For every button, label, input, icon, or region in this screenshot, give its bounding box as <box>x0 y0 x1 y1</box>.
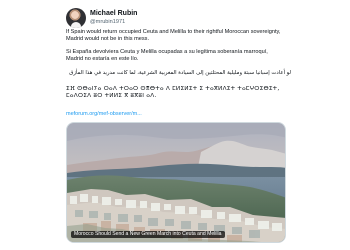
tweet-text-arabic: لو أعادت إسبانيا سبتة ومليلية المحتلتين … <box>69 70 291 76</box>
card-image <box>67 123 285 242</box>
tweet-header: Michael Rubin @mrubin1971 <box>66 8 296 28</box>
card-caption: Morocco Should Send a New Green March in… <box>71 231 225 238</box>
avatar[interactable] <box>66 8 86 28</box>
tweet-text-english: If Spain would return occupied Ceuta and… <box>66 29 281 43</box>
tweet-link[interactable]: meforum.org/mef-observer/m... <box>66 111 142 118</box>
tweet-text-tifinagh: ⵉⴼ ⵙⴱⴰⵏⵢⴰ ⵔⴰⴷ ⵜⵔⴰⵔ ⵙⴻⴱⵜⴰ ⴷ ⵎⵍⵉⵍⵉⵜ ⵉ ⵜⴰⴳⵍ… <box>66 86 280 100</box>
tweet-text-spanish: Si España devolviera Ceuta y Melilla ocu… <box>66 49 268 63</box>
link-card[interactable]: Morocco Should Send a New Green March in… <box>66 122 286 243</box>
tweet: Michael Rubin @mrubin1971 If Spain would… <box>0 0 350 250</box>
author-name[interactable]: Michael Rubin <box>90 9 137 18</box>
author-handle[interactable]: @mrubin1971 <box>90 18 125 26</box>
